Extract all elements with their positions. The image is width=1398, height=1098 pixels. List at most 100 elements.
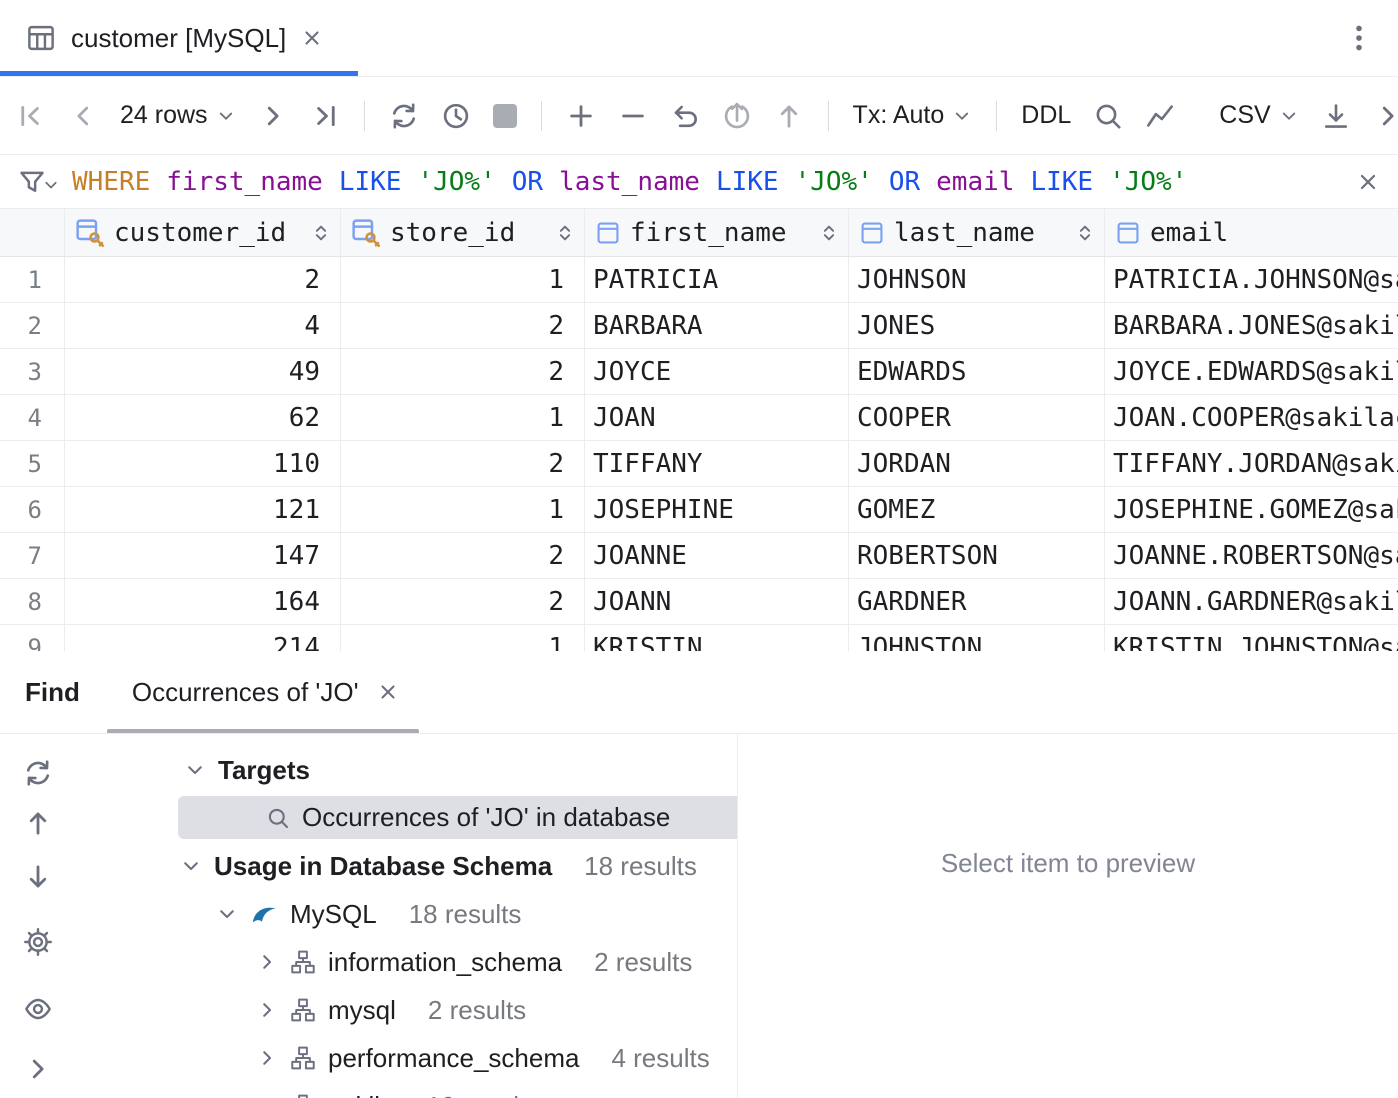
cell-customer-id[interactable]: 110: [65, 441, 341, 486]
find-in-grid-button[interactable]: [1093, 101, 1123, 131]
open-chart-button[interactable]: [1145, 101, 1175, 131]
cell-last-name[interactable]: EDWARDS: [849, 349, 1105, 394]
cell-store-id[interactable]: 1: [341, 395, 585, 440]
cell-email[interactable]: JOAN.COOPER@sakilacustomer.org: [1105, 395, 1398, 440]
clear-filter-button[interactable]: [1356, 170, 1380, 194]
cell-email[interactable]: TIFFANY.JORDAN@sakilacustomer.org: [1105, 441, 1398, 486]
last-page-button[interactable]: [310, 101, 340, 131]
export-data-button[interactable]: [1321, 101, 1351, 131]
revert-changes-button[interactable]: [670, 101, 700, 131]
tree-node-performance-schema[interactable]: performance_schema 4 results: [76, 1034, 737, 1082]
submit-button[interactable]: [722, 101, 752, 131]
cell-first-name[interactable]: KRISTIN: [585, 625, 849, 651]
sort-icon[interactable]: [818, 222, 840, 244]
cell-first-name[interactable]: PATRICIA: [585, 257, 849, 302]
cell-store-id[interactable]: 2: [341, 303, 585, 348]
ddl-button[interactable]: DDL: [1021, 101, 1071, 130]
stop-button[interactable]: [493, 104, 517, 128]
cell-last-name[interactable]: JONES: [849, 303, 1105, 348]
chevron-right-icon[interactable]: [256, 951, 278, 973]
where-clause[interactable]: WHERE first_name LIKE 'JO%' OR last_name…: [72, 167, 1203, 197]
table-row[interactable]: 2 4 2 BARBARA JONES BARBARA.JONES@sakila…: [0, 303, 1398, 349]
page-size-dropdown[interactable]: 24 rows: [120, 101, 236, 130]
preview-toggle-button[interactable]: [23, 994, 53, 1024]
table-row[interactable]: 7 147 2 JOANNE ROBERTSON JOANNE.ROBERTSO…: [0, 533, 1398, 579]
cell-last-name[interactable]: JORDAN: [849, 441, 1105, 486]
first-page-button[interactable]: [16, 101, 46, 131]
cell-customer-id[interactable]: 2: [65, 257, 341, 302]
cell-last-name[interactable]: GARDNER: [849, 579, 1105, 624]
cell-email[interactable]: KRISTIN.JOHNSTON@sakilacustomer.org: [1105, 625, 1398, 651]
row-number[interactable]: 7: [0, 533, 65, 578]
commit-button[interactable]: [774, 101, 804, 131]
cell-first-name[interactable]: JOAN: [585, 395, 849, 440]
more-toolbar-button[interactable]: [1373, 101, 1398, 131]
export-format-dropdown[interactable]: CSV: [1219, 101, 1298, 130]
chevron-down-icon[interactable]: [216, 903, 238, 925]
cell-email[interactable]: JOSEPHINE.GOMEZ@sakilacustomer.org: [1105, 487, 1398, 532]
cell-last-name[interactable]: JOHNSON: [849, 257, 1105, 302]
chevron-down-icon[interactable]: [184, 759, 206, 781]
next-occurrence-button[interactable]: [23, 862, 53, 892]
tree-node-usage-section[interactable]: Usage in Database Schema 18 results: [76, 842, 737, 890]
cell-customer-id[interactable]: 4: [65, 303, 341, 348]
cell-store-id[interactable]: 2: [341, 579, 585, 624]
sort-icon[interactable]: [1074, 222, 1096, 244]
find-tab-occurrences[interactable]: Occurrences of 'JO': [107, 651, 419, 733]
column-header-store-id[interactable]: store_id: [341, 209, 585, 256]
chevron-right-icon[interactable]: [256, 1047, 278, 1069]
delete-row-button[interactable]: [618, 101, 648, 131]
column-header-first-name[interactable]: first_name: [585, 209, 849, 256]
cell-email[interactable]: BARBARA.JONES@sakilacustomer.org: [1105, 303, 1398, 348]
previous-occurrence-button[interactable]: [23, 808, 53, 838]
row-number[interactable]: 9: [0, 625, 65, 651]
cell-email[interactable]: JOANNE.ROBERTSON@sakilacustomer.org: [1105, 533, 1398, 578]
tab-customer-mysql[interactable]: customer [MySQL]: [0, 0, 358, 76]
row-number[interactable]: 2: [0, 303, 65, 348]
tree-node-targets[interactable]: Targets: [76, 746, 737, 794]
cell-customer-id[interactable]: 121: [65, 487, 341, 532]
cell-last-name[interactable]: ROBERTSON: [849, 533, 1105, 578]
cell-customer-id[interactable]: 49: [65, 349, 341, 394]
column-header-customer-id[interactable]: customer_id: [65, 209, 341, 256]
row-number-header[interactable]: [0, 209, 65, 256]
cell-email[interactable]: JOANN.GARDNER@sakilacustomer.org: [1105, 579, 1398, 624]
cell-customer-id[interactable]: 62: [65, 395, 341, 440]
cell-store-id[interactable]: 2: [341, 441, 585, 486]
cell-last-name[interactable]: JOHNSTON: [849, 625, 1105, 651]
filter-criteria-button[interactable]: [18, 168, 46, 196]
table-row[interactable]: 3 49 2 JOYCE EDWARDS JOYCE.EDWARDS@sakil…: [0, 349, 1398, 395]
rerun-search-button[interactable]: [23, 758, 53, 788]
row-number[interactable]: 1: [0, 257, 65, 302]
row-number[interactable]: 4: [0, 395, 65, 440]
cell-first-name[interactable]: JOANNE: [585, 533, 849, 578]
table-row[interactable]: 8 164 2 JOANN GARDNER JOANN.GARDNER@saki…: [0, 579, 1398, 625]
column-header-email[interactable]: email: [1105, 209, 1398, 256]
chevron-right-icon[interactable]: [256, 999, 278, 1021]
close-icon[interactable]: [377, 681, 399, 703]
settings-button[interactable]: [23, 927, 53, 957]
table-row[interactable]: 5 110 2 TIFFANY JORDAN TIFFANY.JORDAN@sa…: [0, 441, 1398, 487]
row-number[interactable]: 6: [0, 487, 65, 532]
close-icon[interactable]: [301, 27, 323, 49]
next-page-button[interactable]: [258, 101, 288, 131]
table-row[interactable]: 9 214 1 KRISTIN JOHNSTON KRISTIN.JOHNSTO…: [0, 625, 1398, 651]
row-number[interactable]: 8: [0, 579, 65, 624]
cell-store-id[interactable]: 1: [341, 625, 585, 651]
expand-strip-button[interactable]: [23, 1054, 53, 1084]
table-row[interactable]: 1 2 1 PATRICIA JOHNSON PATRICIA.JOHNSON@…: [0, 257, 1398, 303]
cell-first-name[interactable]: JOYCE: [585, 349, 849, 394]
cell-first-name[interactable]: BARBARA: [585, 303, 849, 348]
cell-store-id[interactable]: 1: [341, 257, 585, 302]
cell-customer-id[interactable]: 164: [65, 579, 341, 624]
cell-customer-id[interactable]: 147: [65, 533, 341, 578]
cell-email[interactable]: JOYCE.EDWARDS@sakilacustomer.org: [1105, 349, 1398, 394]
tree-node-sakila[interactable]: sakila 10 results: [76, 1082, 737, 1098]
tab-options-button[interactable]: [1344, 23, 1374, 53]
row-number[interactable]: 3: [0, 349, 65, 394]
cell-first-name[interactable]: JOANN: [585, 579, 849, 624]
sort-icon[interactable]: [554, 222, 576, 244]
cell-store-id[interactable]: 2: [341, 533, 585, 578]
table-row[interactable]: 4 62 1 JOAN COOPER JOAN.COOPER@sakilacus…: [0, 395, 1398, 441]
cell-last-name[interactable]: GOMEZ: [849, 487, 1105, 532]
